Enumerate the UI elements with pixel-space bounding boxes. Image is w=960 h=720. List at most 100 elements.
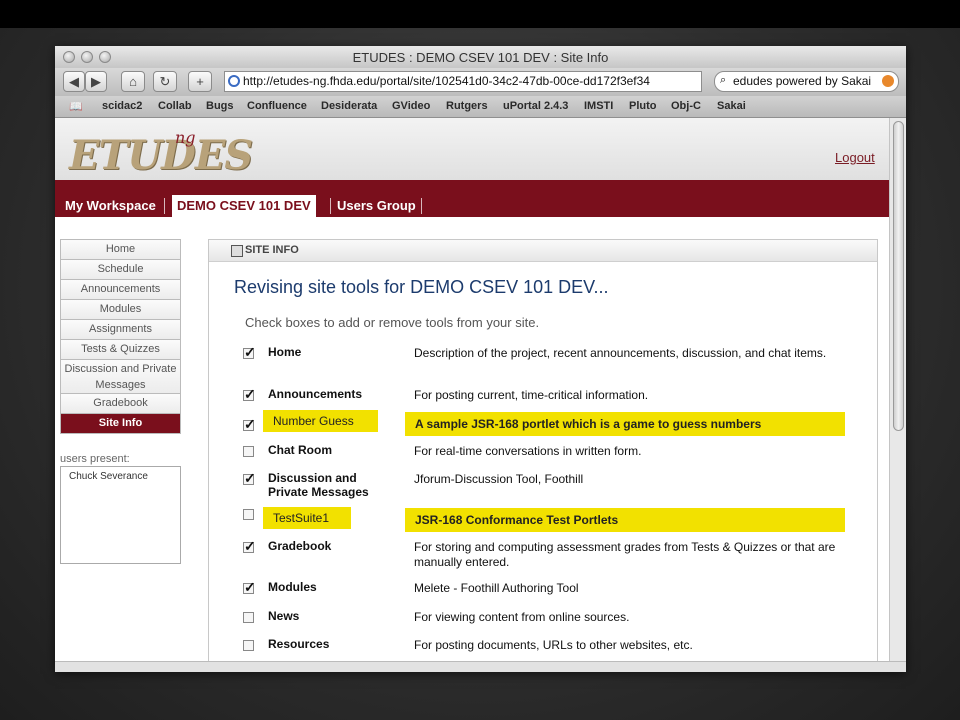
- panel-header: SITE INFO: [209, 240, 877, 262]
- checkmark-icon: ✓: [244, 416, 256, 432]
- site-icon: [228, 75, 240, 87]
- checkmark-icon: ✓: [244, 470, 256, 486]
- checkmark-icon: ✓: [244, 386, 256, 402]
- tool-checkbox-gradebook[interactable]: ✓: [243, 538, 256, 554]
- checkmark-icon: ✓: [244, 579, 256, 595]
- tab-my-workspace[interactable]: My Workspace: [60, 195, 161, 217]
- bookmark-collab[interactable]: Collab: [158, 100, 192, 112]
- browser-window: ETUDES : DEMO CSEV 101 DEV : Site Info ◀…: [55, 46, 906, 672]
- tab-separator: [164, 198, 165, 214]
- search-field[interactable]: ⌕ edudes powered by Sakai: [714, 71, 899, 92]
- logout-link[interactable]: Logout: [835, 150, 875, 165]
- tool-name: Modules: [268, 580, 317, 594]
- page-content: ETUDES ng Logout My Workspace DEMO CSEV …: [55, 118, 889, 661]
- site-header: ETUDES ng Logout: [55, 118, 889, 180]
- tool-description: For posting documents, URLs to other web…: [414, 638, 693, 652]
- tool-name: Discussion and Private Messages: [268, 471, 369, 499]
- menu-item-assignments[interactable]: Assignments: [60, 319, 181, 339]
- tool-name-highlight: TestSuite1: [263, 507, 351, 529]
- reload-button[interactable]: ↻: [153, 71, 177, 92]
- back-button[interactable]: ◀: [63, 71, 85, 92]
- tool-description: For real-time conversations in written f…: [414, 444, 642, 458]
- tool-description: For posting current, time-critical infor…: [414, 388, 649, 402]
- tool-checkbox-news[interactable]: [243, 612, 254, 623]
- bookmark-pluto[interactable]: Pluto: [629, 100, 657, 112]
- tool-description-highlight: A sample JSR-168 portlet which is a game…: [405, 412, 845, 436]
- bookmarks-bar: 📖 scidac2 Collab Bugs Confluence Desider…: [55, 96, 906, 118]
- book-icon[interactable]: 📖: [69, 100, 83, 113]
- search-text: edudes powered by Sakai: [733, 74, 872, 88]
- tab-separator: [330, 198, 331, 214]
- bookmark-objc[interactable]: Obj-C: [671, 100, 701, 112]
- tab-users-group[interactable]: Users Group: [332, 195, 421, 217]
- vertical-scrollbar[interactable]: [889, 118, 906, 661]
- tab-separator: [421, 198, 422, 214]
- menu-item-schedule[interactable]: Schedule: [60, 259, 181, 279]
- tool-name: Gradebook: [268, 539, 332, 553]
- bookmark-rutgers[interactable]: Rutgers: [446, 100, 488, 112]
- menu-item-home[interactable]: Home: [60, 239, 181, 259]
- bookmark-gvideo[interactable]: GVideo: [392, 100, 430, 112]
- menu-item-gradebook[interactable]: Gradebook: [60, 393, 181, 413]
- browser-toolbar: ◀ ▶ ⌂ ↻ + http://etudes-ng.fhda.edu/port…: [55, 68, 906, 96]
- tool-description-highlight: JSR-168 Conformance Test Portlets: [405, 508, 845, 532]
- scrollbar-thumb[interactable]: [893, 121, 904, 431]
- bookmark-bugs[interactable]: Bugs: [206, 100, 234, 112]
- reload-icon: ↻: [159, 74, 171, 89]
- tool-checkbox-discussion[interactable]: ✓: [243, 470, 256, 486]
- home-button[interactable]: ⌂: [121, 71, 145, 92]
- panel-title: SITE INFO: [245, 244, 299, 256]
- checkmark-icon: ✓: [244, 344, 256, 360]
- tab-demo-csev[interactable]: DEMO CSEV 101 DEV: [172, 195, 316, 217]
- horizontal-scrollbar[interactable]: [55, 661, 906, 672]
- page-title: Revising site tools for DEMO CSEV 101 DE…: [234, 277, 609, 297]
- tool-checkbox-announcements[interactable]: ✓: [243, 386, 256, 402]
- tool-menu: Home Schedule Announcements Modules Assi…: [60, 239, 181, 434]
- bookmark-sakai[interactable]: Sakai: [717, 100, 746, 112]
- search-icon: ⌕: [720, 74, 727, 86]
- tool-name: Resources: [268, 637, 330, 651]
- tool-description: Description of the project, recent annou…: [414, 346, 827, 360]
- tool-name: Home: [268, 345, 302, 359]
- users-present-list: Chuck Severance: [60, 466, 181, 564]
- tool-checkbox-chat-room[interactable]: [243, 446, 254, 457]
- home-icon: ⌂: [129, 74, 137, 89]
- tool-name: News: [268, 609, 300, 623]
- bookmark-scidac2[interactable]: scidac2: [102, 100, 142, 112]
- instructions: Check boxes to add or remove tools from …: [245, 315, 540, 330]
- title-bar: ETUDES : DEMO CSEV 101 DEV : Site Info: [55, 46, 906, 69]
- site-tabs: My Workspace DEMO CSEV 101 DEV Users Gro…: [55, 180, 889, 217]
- tool-checkbox-home[interactable]: ✓: [243, 344, 256, 360]
- tool-checkbox-number-guess[interactable]: ✓: [243, 416, 256, 432]
- logo-suffix: ng: [175, 128, 196, 147]
- menu-item-site-info[interactable]: Site Info: [60, 413, 181, 434]
- forward-button[interactable]: ▶: [85, 71, 107, 92]
- bookmark-desiderata[interactable]: Desiderata: [321, 100, 377, 112]
- tool-name: Announcements: [268, 387, 363, 401]
- window-title: ETUDES : DEMO CSEV 101 DEV : Site Info: [352, 50, 609, 65]
- tool-description: Jforum-Discussion Tool, Foothill: [414, 472, 584, 486]
- menu-item-discussion[interactable]: Discussion and Private Messages: [60, 359, 181, 393]
- checkmark-icon: ✓: [244, 538, 256, 554]
- tool-checkbox-modules[interactable]: ✓: [243, 579, 256, 595]
- forward-arrow-icon: ▶: [91, 74, 101, 89]
- users-present-label: users present:: [60, 453, 130, 465]
- bookmark-uportal[interactable]: uPortal 2.4.3: [503, 100, 568, 112]
- menu-item-modules[interactable]: Modules: [60, 299, 181, 319]
- bookmark-confluence[interactable]: Confluence: [247, 100, 307, 112]
- present-user: Chuck Severance: [69, 471, 148, 482]
- tool-name: Chat Room: [268, 443, 332, 457]
- back-arrow-icon: ◀: [69, 74, 79, 89]
- tool-name-highlight: Number Guess: [263, 410, 378, 432]
- menu-item-announcements[interactable]: Announcements: [60, 279, 181, 299]
- bookmark-imsti[interactable]: IMSTI: [584, 100, 613, 112]
- top-black-band: [0, 0, 960, 28]
- menu-item-tests-quizzes[interactable]: Tests & Quizzes: [60, 339, 181, 359]
- plus-icon: +: [196, 74, 204, 89]
- tool-checkbox-resources[interactable]: [243, 640, 254, 651]
- search-go-icon[interactable]: [882, 75, 894, 87]
- tool-description: Melete - Foothill Authoring Tool: [414, 581, 579, 595]
- tool-checkbox-testsuite1[interactable]: [243, 509, 254, 520]
- address-bar[interactable]: http://etudes-ng.fhda.edu/portal/site/10…: [224, 71, 702, 92]
- add-bookmark-button[interactable]: +: [188, 71, 212, 92]
